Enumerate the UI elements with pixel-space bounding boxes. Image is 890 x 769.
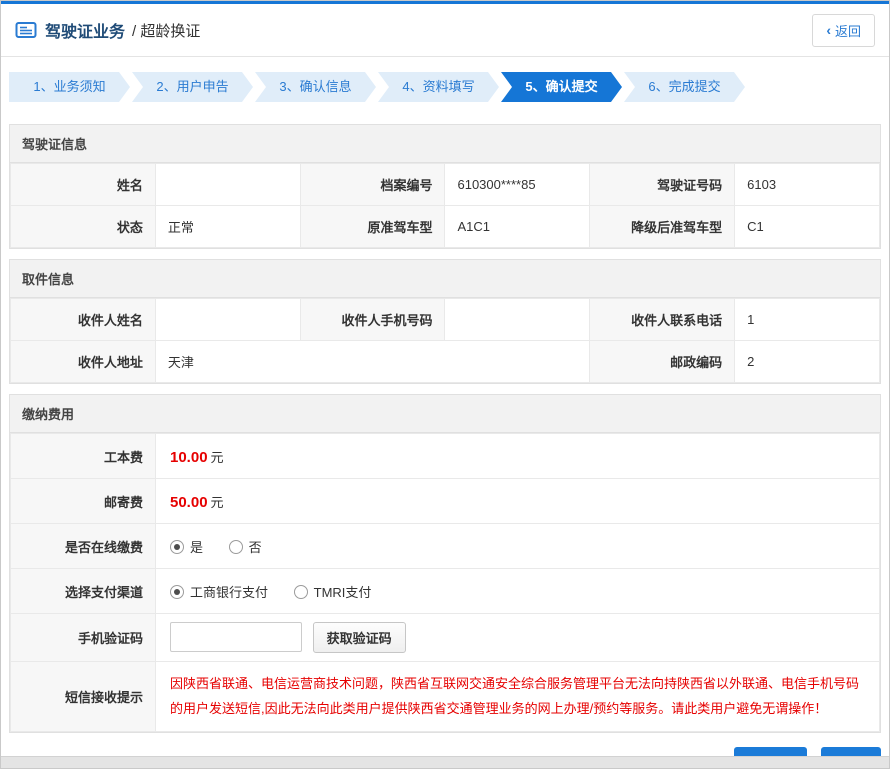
field-label-production-fee: 工本费: [11, 434, 156, 479]
online-pay-options: 是 否: [156, 524, 880, 569]
field-label-status: 状态: [11, 206, 156, 248]
field-label-recipient-address: 收件人地址: [11, 341, 156, 383]
radio-online-pay-yes-label[interactable]: 是: [190, 540, 203, 555]
table-row: 姓名 档案编号 610300****85 驾驶证号码 6103: [11, 164, 880, 206]
step-1-business-notice[interactable]: 1、业务须知: [9, 72, 130, 102]
field-label-recipient-name: 收件人姓名: [11, 299, 156, 341]
back-button-label: 返回: [835, 21, 861, 40]
step-6-complete-submit[interactable]: 6、完成提交: [624, 72, 745, 102]
step-5-confirm-submit[interactable]: 5、确认提交: [501, 72, 622, 102]
field-label-zip-code: 邮政编码: [590, 341, 735, 383]
chevron-left-icon: ‹: [826, 23, 831, 37]
field-value-recipient-name: [155, 299, 300, 341]
field-value-recipient-mobile: [445, 299, 590, 341]
field-value-file-number: 610300****85: [445, 164, 590, 206]
step-3-confirm-info[interactable]: 3、确认信息: [255, 72, 376, 102]
mail-fee-unit: 元: [211, 495, 224, 510]
field-label-file-number: 档案编号: [300, 164, 445, 206]
fees-section-title: 缴纳费用: [10, 395, 880, 433]
table-row: 工本费 10.00元: [11, 434, 880, 479]
license-service-icon: [15, 21, 37, 39]
get-captcha-button[interactable]: 获取验证码: [313, 622, 406, 653]
header: 驾驶证业务 / 超龄换证 ‹ 返回: [1, 4, 889, 57]
pickup-info-section-title: 取件信息: [10, 260, 880, 298]
step-4-fill-materials[interactable]: 4、资料填写: [378, 72, 499, 102]
radio-channel-tmri-label[interactable]: TMRI支付: [314, 585, 372, 600]
table-row: 是否在线缴费 是 否: [11, 524, 880, 569]
field-value-production-fee: 10.00元: [156, 434, 880, 479]
field-label-sms-note: 短信接收提示: [11, 662, 156, 732]
step-2-user-declaration[interactable]: 2、用户申告: [132, 72, 253, 102]
table-row: 短信接收提示 因陕西省联通、电信运营商技术问题，陕西省互联网交通安全综合服务管理…: [11, 662, 880, 732]
radio-online-pay-no[interactable]: [229, 540, 243, 554]
radio-channel-tmri[interactable]: [294, 585, 308, 599]
field-label-recipient-mobile: 收件人手机号码: [300, 299, 445, 341]
pay-channel-options: 工商银行支付 TMRI支付: [156, 569, 880, 614]
page-title: 驾驶证业务: [45, 18, 125, 42]
pickup-info-table: 收件人姓名 收件人手机号码 收件人联系电话 1 收件人地址 天津 邮政编码 2: [10, 298, 880, 383]
table-row: 手机验证码 获取验证码: [11, 614, 880, 662]
captcha-field: 获取验证码: [156, 614, 880, 662]
pickup-info-section: 取件信息 收件人姓名 收件人手机号码 收件人联系电话 1 收件人地址 天津 邮政…: [9, 259, 881, 384]
license-info-section: 驾驶证信息 姓名 档案编号 610300****85 驾驶证号码 6103 状态…: [9, 124, 881, 249]
page: 驾驶证业务 / 超龄换证 ‹ 返回 1、业务须知 2、用户申告 3、确认信息 4…: [0, 0, 890, 769]
mail-fee-amount: 50.00: [170, 494, 208, 511]
field-value-recipient-phone: 1: [735, 299, 880, 341]
table-row: 收件人姓名 收件人手机号码 收件人联系电话 1: [11, 299, 880, 341]
license-info-section-title: 驾驶证信息: [10, 125, 880, 163]
table-row: 选择支付渠道 工商银行支付 TMRI支付: [11, 569, 880, 614]
radio-channel-icbc-label[interactable]: 工商银行支付: [190, 585, 268, 600]
fees-section: 缴纳费用 工本费 10.00元 邮寄费 50.00元 是否在线缴费 是 否: [9, 394, 881, 733]
sms-note-text: 因陕西省联通、电信运营商技术问题，陕西省互联网交通安全综合服务管理平台无法向持陕…: [170, 672, 865, 721]
field-value-zip-code: 2: [735, 341, 880, 383]
table-row: 邮寄费 50.00元: [11, 479, 880, 524]
license-info-table: 姓名 档案编号 610300****85 驾驶证号码 6103 状态 正常 原准…: [10, 163, 880, 248]
field-label-online-pay: 是否在线缴费: [11, 524, 156, 569]
field-value-downgraded-class: C1: [735, 206, 880, 248]
table-row: 状态 正常 原准驾车型 A1C1 降级后准驾车型 C1: [11, 206, 880, 248]
field-label-mail-fee: 邮寄费: [11, 479, 156, 524]
fees-table: 工本费 10.00元 邮寄费 50.00元 是否在线缴费 是 否 选择支付渠道: [10, 433, 880, 732]
field-label-recipient-phone: 收件人联系电话: [590, 299, 735, 341]
footer-strip: [1, 756, 889, 768]
field-label-original-class: 原准驾车型: [300, 206, 445, 248]
field-label-license-number: 驾驶证号码: [590, 164, 735, 206]
radio-online-pay-yes[interactable]: [170, 540, 184, 554]
field-label-pay-channel: 选择支付渠道: [11, 569, 156, 614]
radio-online-pay-no-label[interactable]: 否: [249, 540, 262, 555]
step-nav: 1、业务须知 2、用户申告 3、确认信息 4、资料填写 5、确认提交 6、完成提…: [1, 57, 889, 114]
field-value-original-class: A1C1: [445, 206, 590, 248]
production-fee-unit: 元: [211, 450, 224, 465]
captcha-input[interactable]: [170, 622, 302, 652]
field-label-downgraded-class: 降级后准驾车型: [590, 206, 735, 248]
field-label-captcha: 手机验证码: [11, 614, 156, 662]
production-fee-amount: 10.00: [170, 449, 208, 466]
field-value-name: [155, 164, 300, 206]
field-value-license-number: 6103: [735, 164, 880, 206]
radio-channel-icbc[interactable]: [170, 585, 184, 599]
sms-note-cell: 因陕西省联通、电信运营商技术问题，陕西省互联网交通安全综合服务管理平台无法向持陕…: [156, 662, 880, 732]
breadcrumb-subtitle: / 超龄换证: [132, 20, 200, 41]
back-button[interactable]: ‹ 返回: [812, 14, 875, 47]
field-label-name: 姓名: [11, 164, 156, 206]
table-row: 收件人地址 天津 邮政编码 2: [11, 341, 880, 383]
field-value-recipient-address: 天津: [155, 341, 589, 383]
field-value-mail-fee: 50.00元: [156, 479, 880, 524]
field-value-status: 正常: [155, 206, 300, 248]
